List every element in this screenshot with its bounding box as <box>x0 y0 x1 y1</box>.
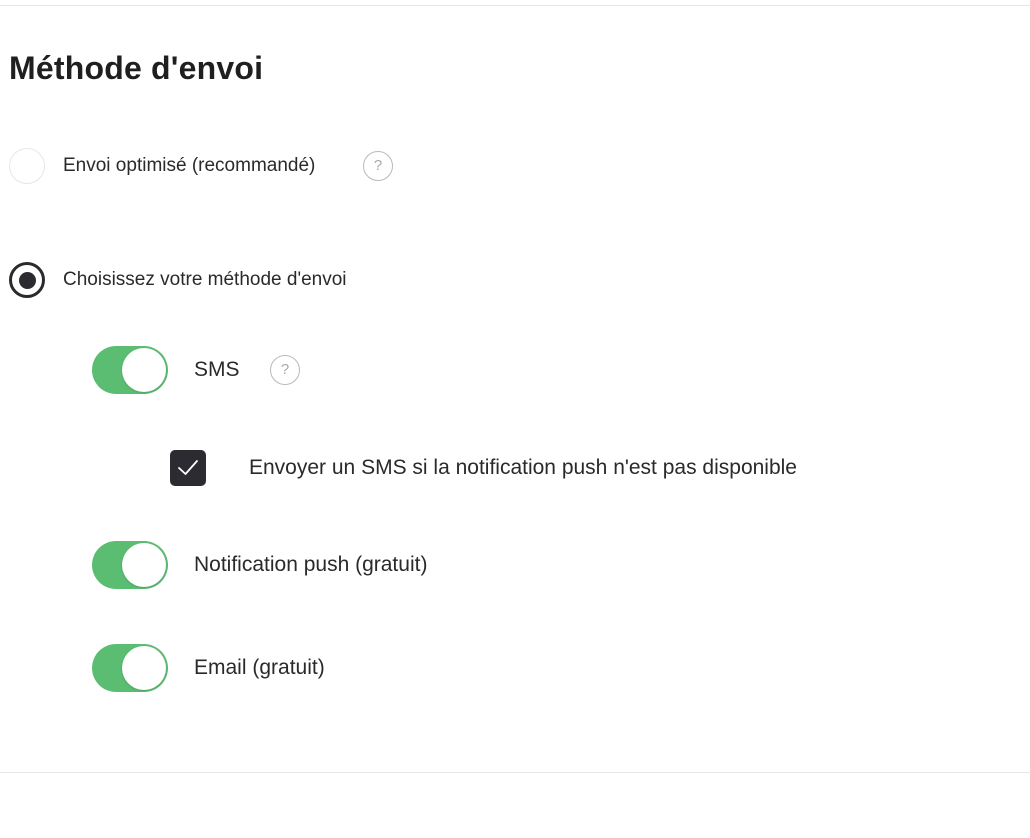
top-divider <box>0 5 1030 6</box>
sms-help-icon[interactable]: ? <box>270 355 300 385</box>
sms-toggle-row: SMS <box>92 346 240 394</box>
delivery-method-page: Méthode d'envoi Envoi optimisé (recomman… <box>0 0 1030 838</box>
toggle-knob <box>122 543 166 587</box>
email-toggle[interactable] <box>92 644 168 692</box>
radio-optimized-label: Envoi optimisé (recommandé) <box>63 155 316 176</box>
push-toggle[interactable] <box>92 541 168 589</box>
sms-fallback-label: Envoyer un SMS si la notification push n… <box>249 456 797 479</box>
help-icon[interactable]: ? <box>363 151 393 181</box>
section-title: Méthode d'envoi <box>9 50 264 86</box>
radio-option-optimized[interactable]: Envoi optimisé (recommandé) <box>9 148 315 184</box>
radio-custom-label: Choisissez votre méthode d'envoi <box>63 269 347 290</box>
radio-option-custom[interactable]: Choisissez votre méthode d'envoi <box>9 262 347 298</box>
toggle-knob <box>122 348 166 392</box>
radio-custom[interactable] <box>9 262 45 298</box>
radio-optimized[interactable] <box>9 148 45 184</box>
sms-label: SMS <box>194 358 240 381</box>
push-label: Notification push (gratuit) <box>194 553 428 576</box>
bottom-divider <box>0 772 1030 773</box>
email-label: Email (gratuit) <box>194 656 325 679</box>
sms-toggle[interactable] <box>92 346 168 394</box>
checkmark-icon <box>178 460 198 475</box>
sms-fallback-checkbox[interactable] <box>170 450 206 486</box>
toggle-knob <box>122 646 166 690</box>
push-toggle-row: Notification push (gratuit) <box>92 541 427 589</box>
email-toggle-row: Email (gratuit) <box>92 644 325 692</box>
sms-fallback-row: Envoyer un SMS si la notification push n… <box>170 450 797 486</box>
